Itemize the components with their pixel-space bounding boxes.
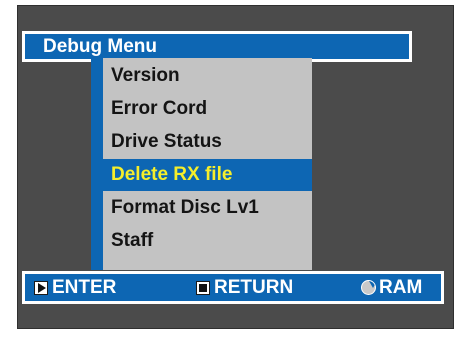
ram-hint[interactable]: RAM: [361, 274, 422, 301]
disc-icon: [361, 280, 376, 295]
ram-label: RAM: [379, 276, 423, 298]
enter-label: ENTER: [52, 276, 117, 298]
menu-item-delete-rx-file[interactable]: Delete RX file: [91, 159, 312, 191]
menu-item-version[interactable]: Version: [103, 60, 312, 92]
menu-title: Debug Menu: [43, 36, 157, 57]
enter-hint[interactable]: ENTER: [34, 274, 116, 301]
play-icon: [34, 280, 48, 295]
menu-list: Version Error Cord Drive Status Delete R…: [91, 58, 312, 270]
menu-item-drive-status[interactable]: Drive Status: [103, 126, 312, 158]
debug-menu: Version Error Cord Drive Status Delete R…: [91, 58, 312, 270]
stop-icon: [196, 280, 210, 295]
button-guide-bar: ENTER RETURN RAM: [22, 271, 444, 304]
menu-item-format-disc[interactable]: Format Disc Lv1: [103, 192, 312, 224]
menu-item-error-cord[interactable]: Error Cord: [103, 93, 312, 125]
return-label: RETURN: [214, 276, 294, 298]
return-hint[interactable]: RETURN: [196, 274, 293, 301]
menu-item-staff[interactable]: Staff: [103, 225, 312, 257]
